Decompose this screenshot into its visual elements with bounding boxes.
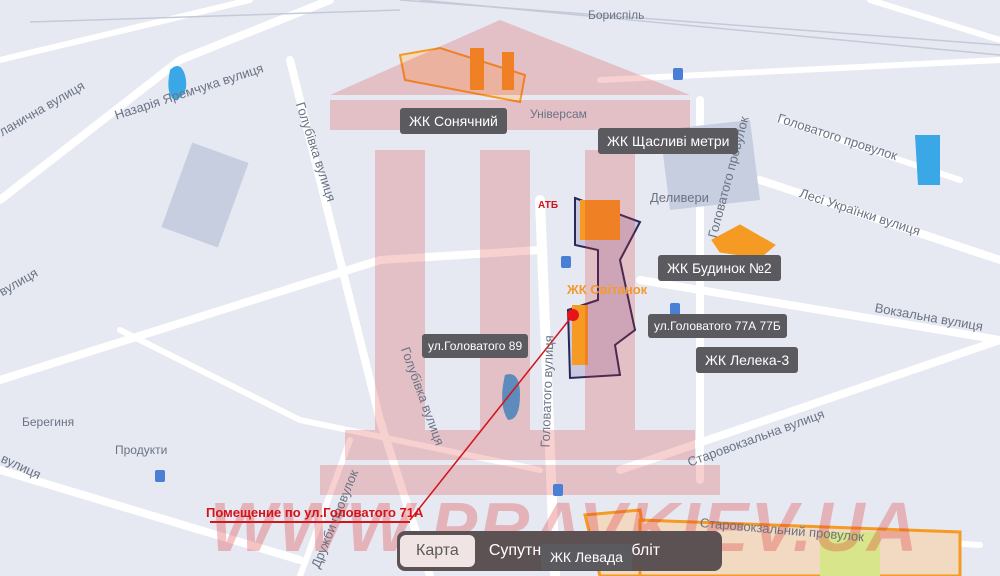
bus-stop-icon[interactable]	[553, 484, 563, 496]
poi-deliveri[interactable]: Деливери	[650, 190, 709, 205]
address-holovatoho-89[interactable]: ул.Головатого 89	[422, 334, 529, 358]
complex-sonyachnyi[interactable]: ЖК Сонячний	[400, 108, 507, 134]
bus-stop-icon[interactable]	[673, 68, 683, 80]
poi-boryspil[interactable]: Бориспіль	[588, 8, 644, 22]
poi-berehynia[interactable]: Берегиня	[22, 415, 74, 429]
poi-produkty[interactable]: Продукти	[115, 443, 167, 457]
bus-stop-icon[interactable]	[561, 256, 571, 268]
poi-atb[interactable]: АТБ	[538, 200, 558, 211]
complex-levada[interactable]: ЖК Левада	[541, 544, 632, 570]
complex-shchaslivi-metry[interactable]: ЖК Щасливі метри	[598, 128, 739, 154]
complex-budynok-2[interactable]: ЖК Будинок №2	[658, 255, 781, 281]
map-type-map-button[interactable]: Карта	[400, 535, 475, 567]
bus-stop-icon[interactable]	[155, 470, 165, 482]
poi-universam[interactable]: Універсам	[530, 107, 587, 121]
complex-leleka-3[interactable]: ЖК Лелека-3	[696, 347, 799, 373]
address-holovatoho-77[interactable]: ул.Головатого 77А 77Б	[648, 314, 787, 338]
complex-svitanok[interactable]: ЖК Світанок	[567, 282, 647, 297]
callout-label: Помещение по ул.Головатого 71А	[206, 505, 424, 520]
location-marker	[567, 309, 579, 321]
